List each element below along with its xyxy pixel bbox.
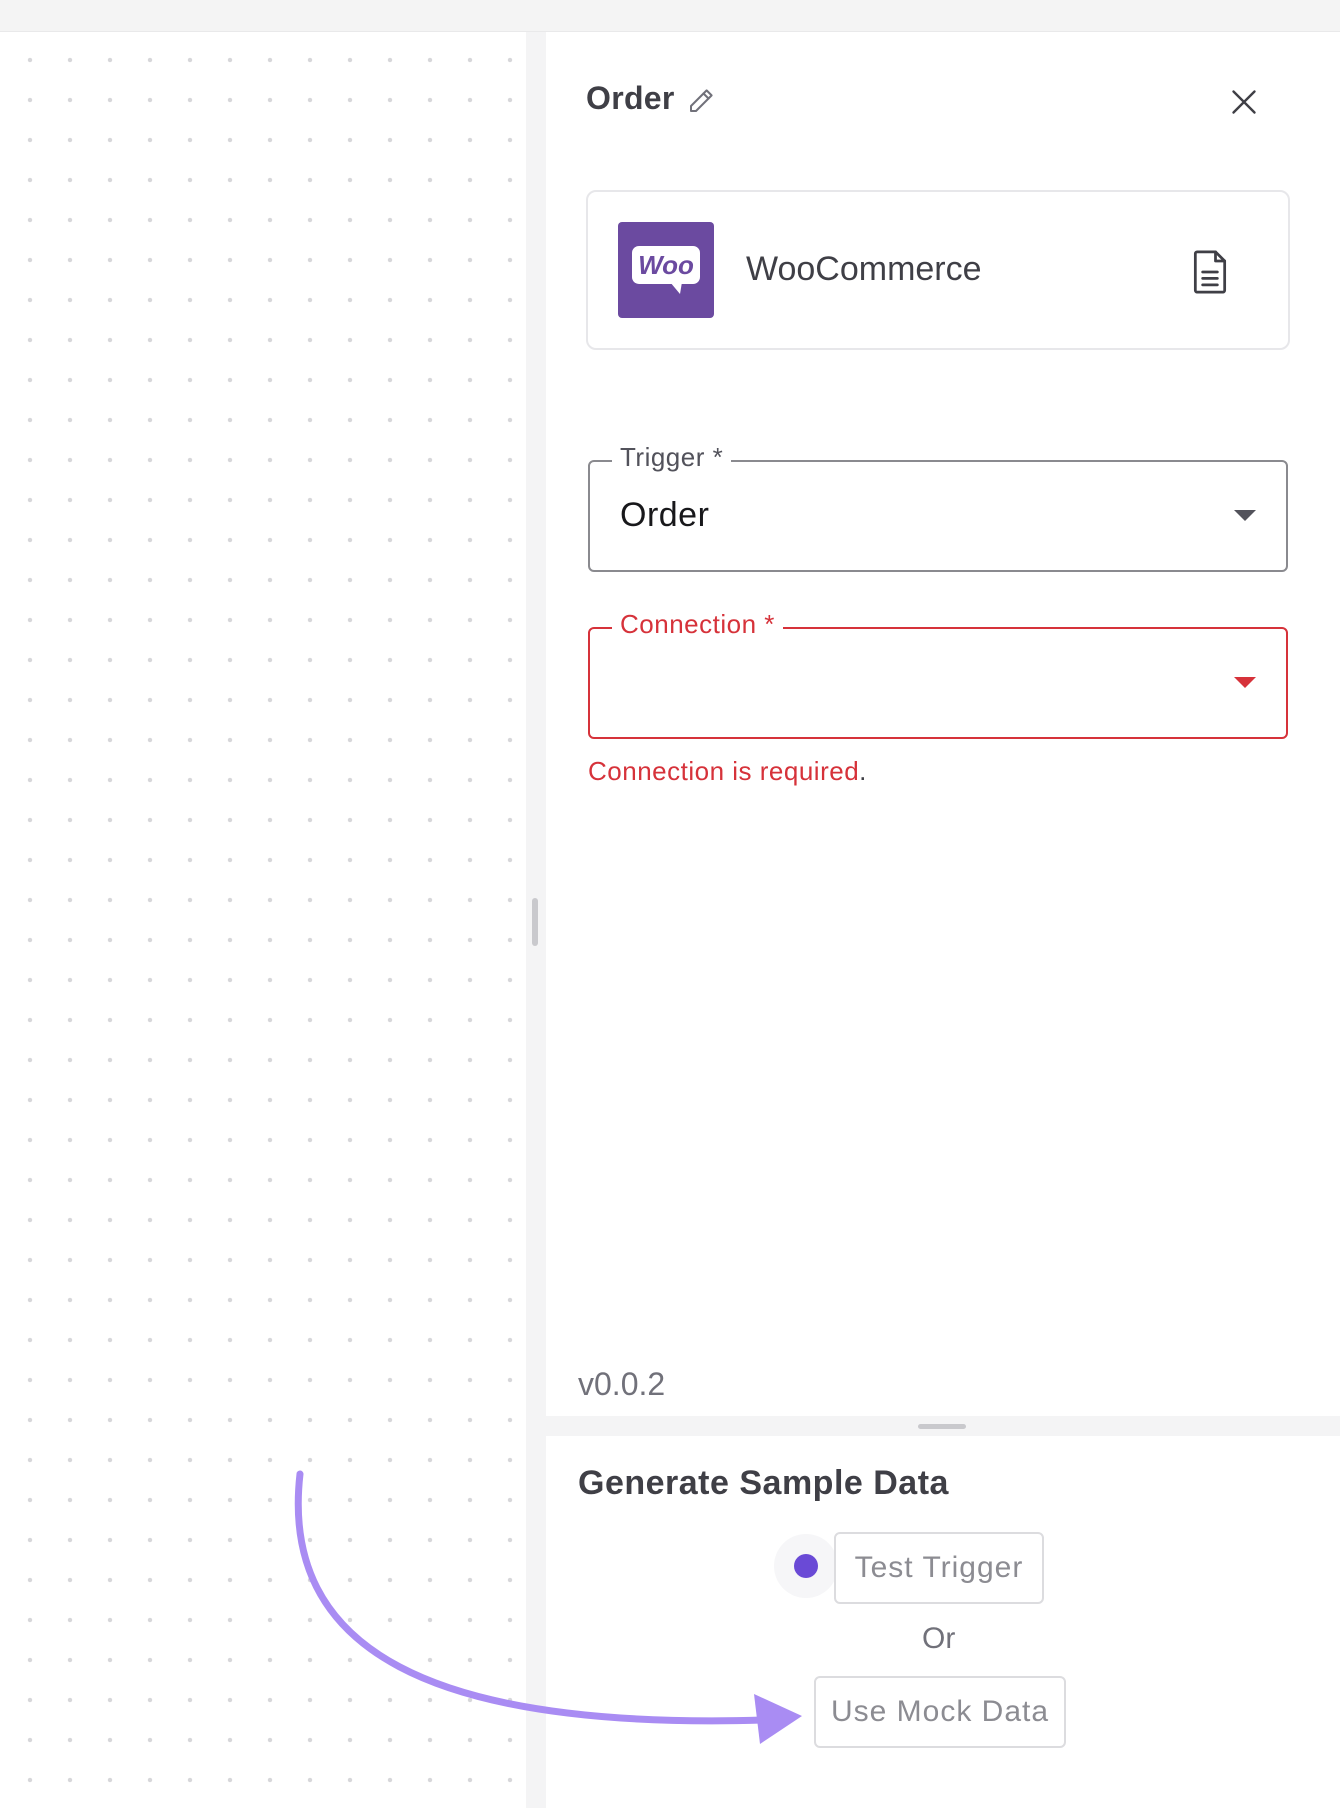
woo-logo-icon: Woo [632,246,700,294]
top-bar [0,0,1340,32]
workflow-canvas[interactable] [0,32,526,1808]
status-indicator [774,1534,838,1598]
connection-select[interactable]: Connection * [588,609,1288,739]
woo-logo-text: Woo [638,250,694,280]
trigger-label: Trigger * [612,442,732,473]
step-config-panel: Order Woo WooCommerce Trigger * Order Co… [546,32,1340,1416]
connection-error-suffix: . [859,756,867,786]
app-card: Woo WooCommerce [586,190,1290,350]
document-icon[interactable] [1188,248,1232,296]
trigger-value: Order [620,496,710,534]
status-dot-icon [794,1554,818,1578]
trigger-select[interactable]: Trigger * Order [588,442,1288,572]
use-mock-data-button[interactable]: Use Mock Data [814,1676,1066,1748]
connection-error-message: Connection is required. [588,756,867,787]
chevron-down-icon[interactable] [1234,510,1256,521]
sample-data-title: Generate Sample Data [578,1464,949,1502]
test-trigger-button[interactable]: Test Trigger [834,1532,1044,1604]
edit-icon[interactable] [686,86,716,116]
app-name: WooCommerce [746,250,982,288]
or-separator: Or [922,1622,956,1655]
resize-handle-horizontal[interactable] [918,1424,966,1429]
connection-label: Connection * [612,609,783,640]
woocommerce-logo: Woo [618,222,714,318]
sample-data-section: Generate Sample Data Test Trigger Or Use… [546,1436,1340,1808]
resize-handle-vertical[interactable] [532,898,538,946]
close-icon[interactable] [1226,84,1262,120]
version-label: v0.0.2 [578,1366,666,1402]
panel-title: Order [586,80,675,116]
connection-error-text: Connection is required [588,756,860,786]
chevron-down-icon[interactable] [1234,677,1256,688]
